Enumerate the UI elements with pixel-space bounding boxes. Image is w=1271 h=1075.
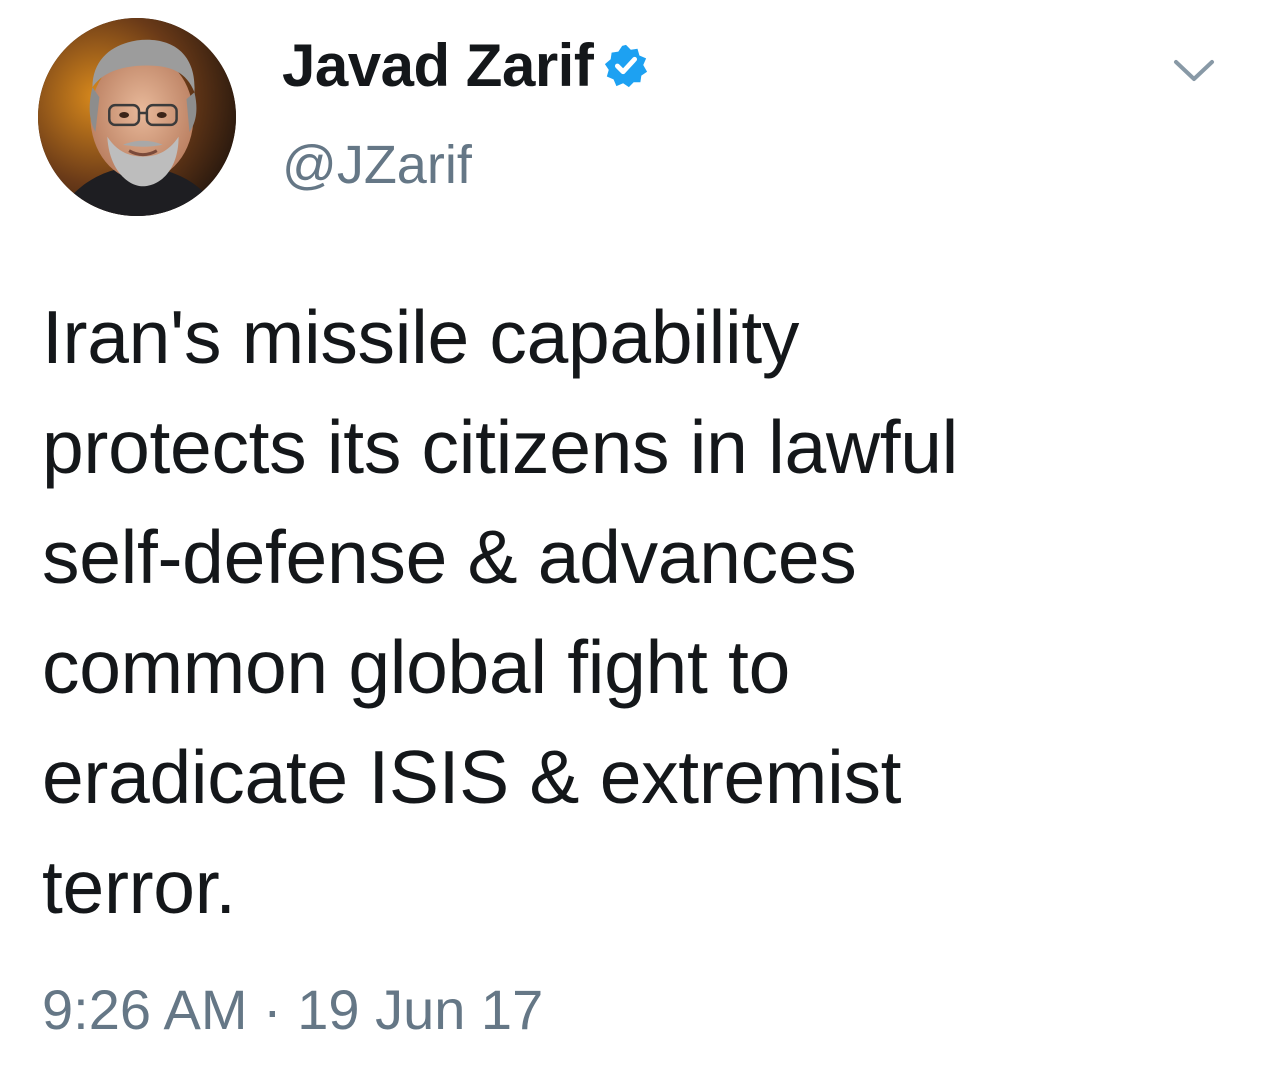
tweet-menu-button[interactable] <box>1168 52 1220 88</box>
profile-photo <box>38 18 236 216</box>
verified-badge-icon <box>603 43 649 89</box>
author-handle[interactable]: @JZarif <box>282 138 472 192</box>
tweet-card: Javad Zarif @JZarif Iran's missile capab… <box>0 0 1271 1075</box>
author-display-name[interactable]: Javad Zarif <box>282 36 594 96</box>
author-avatar[interactable] <box>38 18 236 216</box>
author-name-row: Javad Zarif <box>282 36 649 96</box>
tweet-timestamp[interactable]: 9:26 AM · 19 Jun 17 <box>42 982 543 1038</box>
chevron-down-icon <box>1174 60 1214 81</box>
tweet-body-text: Iran's missile capability protects its c… <box>42 295 959 929</box>
